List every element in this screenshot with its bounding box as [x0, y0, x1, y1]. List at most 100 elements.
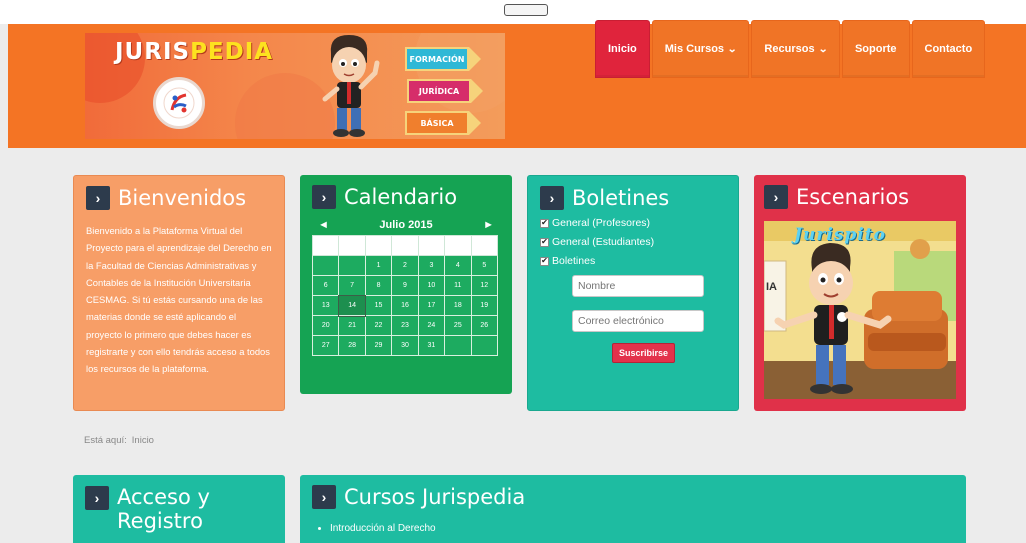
checkbox-label: General (Estudiantes): [552, 236, 655, 248]
checkbox-row-profesores[interactable]: ✔ General (Profesores): [540, 217, 726, 229]
calendar-month-nav: ◄ Julio 2015 ►: [312, 217, 500, 233]
calendar-day-cell[interactable]: 9: [391, 275, 419, 296]
calendar-day-cell[interactable]: 23: [391, 315, 419, 336]
checkbox-label: General (Profesores): [552, 217, 651, 229]
escenarios-image[interactable]: Jurispito IA: [764, 221, 956, 399]
mascot-illustration-icon: [322, 35, 380, 137]
chevron-right-icon: ›: [764, 185, 788, 209]
panel-toggle-handle[interactable]: [504, 4, 548, 16]
escenarios-title: Escenarios: [796, 185, 910, 209]
calendar-day-cell[interactable]: 29: [364, 335, 393, 356]
breadcrumb-current[interactable]: Inicio: [132, 435, 154, 446]
calendar-day-cell[interactable]: 28: [338, 335, 366, 356]
escenarios-module: › Escenarios Jurispito IA: [754, 175, 966, 411]
jurispedia-seal-icon: [153, 77, 205, 129]
bienvenidos-module: › Bienvenidos Bienvenido a la Plataforma…: [73, 175, 285, 411]
weekday-cell: [338, 235, 366, 256]
checkbox-checked-icon[interactable]: ✔: [540, 218, 549, 228]
calendar-day-cell[interactable]: 30: [391, 335, 419, 356]
cursos-jurispedia-module: › Cursos Jurispedia Introducción al Dere…: [300, 475, 966, 543]
calendar-day-cell[interactable]: 16: [391, 295, 419, 316]
calendario-module: › Calendario ◄ Julio 2015 ► 1 2 3 4 5 6 7 8 9 10 1…: [300, 175, 512, 394]
nav-contacto-label: Contacto: [924, 43, 973, 55]
calendar-week-row: 27 28 29 30 31: [311, 335, 499, 356]
calendar-day-cell[interactable]: 20: [311, 315, 340, 336]
email-input[interactable]: [572, 310, 704, 332]
nav-recursos[interactable]: Recursos ⌄: [751, 20, 840, 78]
calendar-grid: 1 2 3 4 5 6 7 8 9 10 11 12 13 14 15 16 17 18 19 20 21 22 23 24 2…: [311, 235, 499, 356]
wall-sign-text: IA: [766, 281, 777, 293]
boletines-module: › Boletines ✔ General (Profesores) ✔ Gen…: [527, 175, 739, 411]
bienvenidos-text: Bienvenido a la Plataforma Virtual del P…: [86, 225, 272, 375]
boletines-title: Boletines: [572, 186, 670, 210]
calendar-day-cell[interactable]: 5: [470, 255, 499, 276]
calendar-empty-cell: [338, 255, 366, 276]
checkbox-row-estudiantes[interactable]: ✔ General (Estudiantes): [540, 236, 726, 248]
calendar-day-cell[interactable]: 4: [444, 255, 472, 276]
banner-logo-text: JURISPEDIA: [115, 39, 274, 65]
nav-inicio[interactable]: Inicio: [595, 20, 650, 78]
calendar-month-label: Julio 2015: [379, 219, 433, 231]
calendar-day-cell[interactable]: 25: [444, 315, 472, 336]
chevron-right-icon: ›: [86, 186, 110, 210]
calendar-prev-arrow-icon[interactable]: ◄: [318, 219, 329, 231]
calendario-header: › Calendario: [312, 185, 500, 209]
chevron-right-icon: ›: [312, 485, 336, 509]
calendar-day-cell[interactable]: 26: [470, 315, 499, 336]
calendar-day-cell[interactable]: 11: [444, 275, 472, 296]
calendar-day-cell[interactable]: 19: [470, 295, 499, 316]
calendar-day-cell[interactable]: 14: [337, 294, 367, 317]
nav-soporte[interactable]: Soporte: [841, 20, 910, 78]
calendar-empty-cell: [311, 255, 340, 276]
acceso-header: › Acceso y Registro: [85, 485, 273, 533]
calendar-day-cell[interactable]: 10: [417, 275, 446, 296]
calendar-day-cell[interactable]: 27: [311, 335, 340, 356]
calendar-day-cell[interactable]: 6: [311, 275, 340, 296]
curso-link-introduccion[interactable]: Introducción al Derecho: [330, 521, 954, 537]
calendar-week-row: 12345: [311, 255, 499, 276]
checkbox-checked-icon[interactable]: ✔: [540, 256, 549, 266]
calendar-week-row: 13 14 15 16 17 18 19: [311, 294, 499, 317]
calendar-day-cell[interactable]: 8: [364, 275, 393, 296]
calendar-day-cell[interactable]: 18: [444, 295, 472, 316]
cursos-list: Introducción al Derecho: [330, 521, 954, 537]
jurispito-scene-icon: [764, 221, 956, 399]
chevron-right-icon: ›: [540, 186, 564, 210]
nav-inicio-label: Inicio: [608, 43, 637, 55]
subscribe-button[interactable]: Suscribirse: [612, 343, 676, 363]
chevron-down-icon: ⌄: [727, 43, 738, 55]
chevron-down-icon: ⌄: [817, 43, 828, 55]
weekday-cell: [364, 235, 393, 256]
weekday-cell: [311, 235, 340, 256]
checkbox-label: Boletines: [552, 255, 596, 267]
calendar-day-cell[interactable]: 31: [417, 335, 446, 356]
calendar-week-row: 6 7 8 9 10 11 12: [311, 275, 499, 296]
checkbox-row-boletines[interactable]: ✔ Boletines: [540, 255, 726, 267]
weekday-cell: [391, 235, 419, 256]
calendar-day-cell[interactable]: 24: [417, 315, 446, 336]
calendario-title: Calendario: [344, 185, 458, 209]
calendar-day-cell[interactable]: 21: [338, 315, 366, 336]
calendar-day-cell[interactable]: 2: [391, 255, 419, 276]
weekday-cell: [444, 235, 472, 256]
jurispito-logo-text: Jurispito: [794, 225, 886, 245]
cursos-header: › Cursos Jurispedia: [312, 485, 954, 509]
acceso-registro-module: › Acceso y Registro: [73, 475, 285, 543]
weekday-cell: [417, 235, 446, 256]
calendar-day-cell[interactable]: 12: [470, 275, 499, 296]
jurispedia-banner[interactable]: JURISPEDIA FORMACIÓN JURÍDICA BÁSICA: [85, 33, 505, 139]
calendar-day-cell[interactable]: 22: [364, 315, 393, 336]
name-input[interactable]: [572, 275, 704, 297]
nav-contacto[interactable]: Contacto: [911, 20, 986, 78]
nav-soporte-label: Soporte: [854, 43, 897, 55]
calendar-day-cell[interactable]: 1: [364, 255, 393, 276]
calendar-day-cell[interactable]: 3: [417, 255, 446, 276]
checkbox-checked-icon[interactable]: ✔: [540, 237, 549, 247]
calendar-day-cell[interactable]: 7: [338, 275, 366, 296]
calendar-day-cell[interactable]: 15: [364, 295, 393, 316]
calendar-next-arrow-icon[interactable]: ►: [483, 219, 494, 231]
calendar-day-cell[interactable]: 13: [311, 295, 340, 316]
cursos-title: Cursos Jurispedia: [344, 485, 526, 509]
calendar-day-cell[interactable]: 17: [417, 295, 446, 316]
nav-mis-cursos[interactable]: Mis Cursos ⌄: [651, 20, 750, 78]
